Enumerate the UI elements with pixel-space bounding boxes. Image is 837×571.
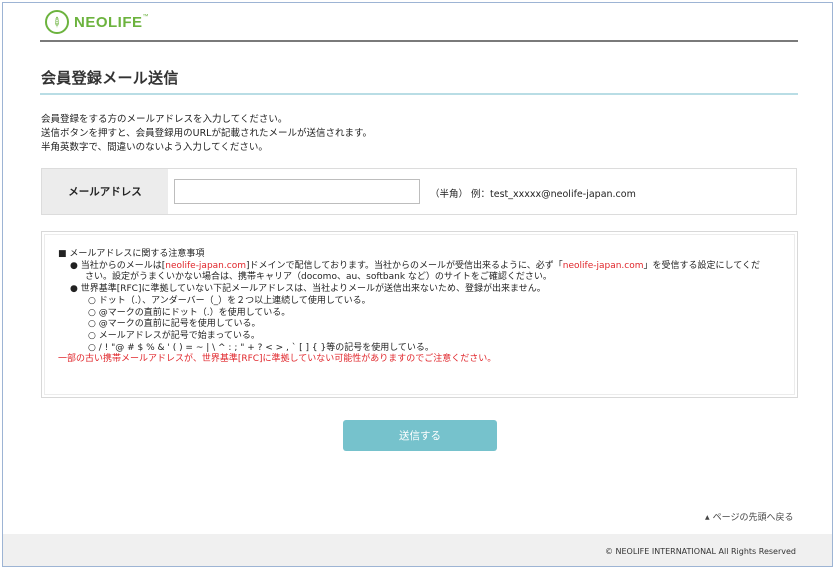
domain-text: neolife-japan.com <box>165 260 246 271</box>
intro-text: 会員登録をする方のメールアドレスを入力してください。 送信ボタンを押すと、会員登… <box>41 113 372 155</box>
notice-bullet-rfc: ● 世界基準[RFC]に準拠していない下記メールアドレスは、当社よりメールが送信… <box>70 284 546 295</box>
header-divider <box>40 40 798 42</box>
intro-line: 半角英数字で、間違いのないよう入力してください。 <box>41 142 268 153</box>
page-top-link[interactable]: ▲ ページの先頭へ戻る <box>705 510 793 523</box>
email-label: メールアドレス <box>42 169 168 214</box>
notice-box: ■ メールアドレスに関する注意事項 ● 当社からのメールは[neolife-ja… <box>41 231 798 398</box>
notice-body: ■ メールアドレスに関する注意事項 ● 当社からのメールは[neolife-ja… <box>58 249 760 366</box>
notice-warning: 一部の古い携帯メールアドレスが、世界基準[RFC]に準拠していない可能性がありま… <box>58 354 497 365</box>
notice-subitem: ○ @マークの直前に記号を使用している。 <box>88 319 261 330</box>
leaf-icon <box>45 10 69 34</box>
submit-button[interactable]: 送信する <box>343 420 497 451</box>
notice-subitem: ○ メールアドレスが記号で始まっている。 <box>88 330 260 341</box>
notice-subitem: ○ / ! "@ # $ % & ' ( ) = ~ | \ ^ : ; " +… <box>88 342 434 353</box>
footer: © NEOLIFE INTERNATIONAL All Rights Reser… <box>3 534 832 566</box>
page-frame: NEOLIFE™ 会員登録メール送信 会員登録をする方のメールアドレスを入力して… <box>2 2 833 567</box>
email-hint: （半角） 例：test_xxxxx@neolife-japan.com <box>430 189 636 200</box>
notice-subitem: ○ @マークの直前にドット（.）を使用している。 <box>88 307 291 318</box>
notice-heading: ■ メールアドレスに関する注意事項 <box>58 249 205 259</box>
domain-text: neolife-japan.com <box>562 260 644 271</box>
notice-bullet-domain-cont: さい。設定がうまくいかない場合は、携帯キャリア（docomo、au、softba… <box>85 272 552 283</box>
page-top-label: ページの先頭へ戻る <box>712 513 794 523</box>
triangle-up-icon: ▲ <box>705 514 710 521</box>
email-form-row: メールアドレス （半角） 例：test_xxxxx@neolife-japan.… <box>41 168 797 215</box>
notice-subitem: ○ ドット（.）、アンダーバー（_）を２つ以上連続して使用している。 <box>88 295 371 306</box>
email-input[interactable] <box>174 179 420 204</box>
intro-line: 送信ボタンを押すと、会員登録用のURLが記載されたメールが送信されます。 <box>41 128 373 139</box>
neolife-logo[interactable]: NEOLIFE™ <box>45 9 149 35</box>
title-underline <box>40 93 798 95</box>
intro-line: 会員登録をする方のメールアドレスを入力してください。 <box>41 114 288 125</box>
copyright: © NEOLIFE INTERNATIONAL All Rights Reser… <box>604 547 796 556</box>
notice-bullet-domain: ● 当社からのメールは[neolife-japan.com]ドメインで配信してお… <box>70 260 760 271</box>
logo-wordmark: NEOLIFE™ <box>74 13 150 31</box>
email-cell: （半角） 例：test_xxxxx@neolife-japan.com <box>168 169 796 214</box>
page-title: 会員登録メール送信 <box>41 69 179 87</box>
